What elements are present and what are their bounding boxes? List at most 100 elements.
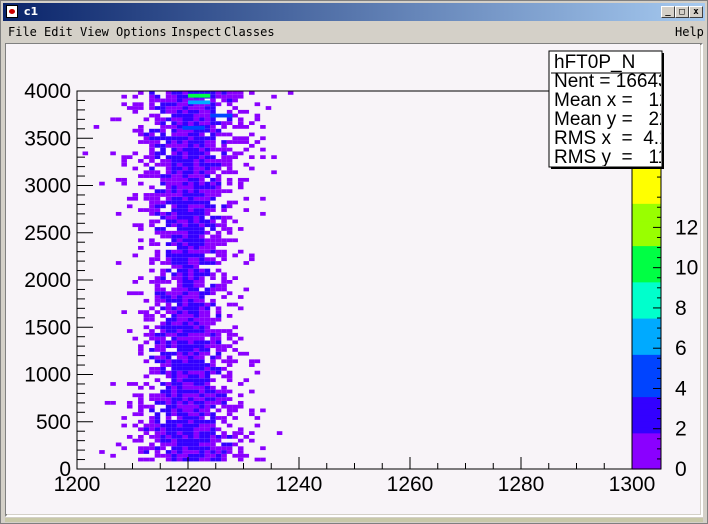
heatmap-cell <box>171 378 177 383</box>
heatmap-cell <box>176 453 183 458</box>
heatmap-cell <box>138 457 144 462</box>
heatmap-cell <box>115 177 122 182</box>
heatmap-cell <box>215 389 222 394</box>
menu-help[interactable]: Help <box>675 25 704 39</box>
heatmap-cell <box>171 121 177 126</box>
heatmap-cell <box>176 117 183 122</box>
heatmap-cell <box>226 140 233 144</box>
heatmap-cell <box>210 189 216 194</box>
heatmap-cell <box>204 200 211 205</box>
heatmap-cell <box>154 98 161 103</box>
heatmap-cell <box>154 400 161 405</box>
heatmap-cell <box>188 166 194 171</box>
heatmap-cell <box>204 106 211 110</box>
heatmap-cell <box>204 242 211 246</box>
heatmap-cell <box>160 162 166 167</box>
palette-swatch <box>632 420 661 428</box>
menu-file[interactable]: File <box>8 25 37 39</box>
menu-view[interactable]: View <box>80 25 109 39</box>
heatmap-cell <box>199 317 205 322</box>
histogram-canvas[interactable]: 1200 1220 1240 1260 1280 1300 050010001500200… <box>6 44 700 514</box>
heatmap-cell <box>215 159 222 163</box>
close-button[interactable]: x <box>689 6 703 18</box>
heatmap-cell <box>199 397 205 401</box>
heatmap-cell <box>171 177 177 182</box>
heatmap-cell <box>182 310 188 315</box>
heatmap-cell <box>171 453 177 458</box>
heatmap-cell <box>232 340 238 345</box>
root-app-icon[interactable] <box>6 5 18 18</box>
heatmap-cell <box>199 189 205 194</box>
stats-nent: Nent = 166439 <box>554 71 679 92</box>
heatmap-cell <box>176 291 183 296</box>
palette-swatch <box>632 348 661 355</box>
heatmap-cell <box>226 359 233 364</box>
heatmap-cell <box>176 219 183 224</box>
heatmap-cell <box>226 408 233 413</box>
minimize-button[interactable]: _ <box>661 6 675 18</box>
heatmap-cell <box>149 404 155 409</box>
heatmap-cell <box>221 431 227 435</box>
heatmap-cell <box>182 117 188 122</box>
heatmap-cell <box>171 132 177 137</box>
heatmap-cell <box>182 385 188 390</box>
heatmap-cell <box>193 416 200 420</box>
heatmap-cell <box>221 242 227 246</box>
heatmap-cell <box>154 423 161 428</box>
heatmap-cell <box>126 434 133 439</box>
heatmap-cell <box>171 234 177 239</box>
heatmap-cell <box>221 238 227 243</box>
heatmap-cell <box>171 306 177 311</box>
heatmap-cell <box>182 106 188 110</box>
heatmap-cell <box>176 276 183 280</box>
maximize-button[interactable]: □ <box>675 6 689 18</box>
heatmap-cell <box>132 196 139 201</box>
heatmap-cell <box>182 227 188 231</box>
heatmap-cell <box>199 427 205 432</box>
heatmap-cell <box>188 204 194 209</box>
heatmap-cell <box>149 385 155 390</box>
heatmap-cell <box>149 98 155 103</box>
heatmap-cell <box>199 423 205 428</box>
menu-bar: File Edit View Options Inspect Classes H… <box>3 22 705 42</box>
heatmap-cell <box>171 189 177 194</box>
heatmap-cell <box>210 166 216 171</box>
heatmap-cell <box>232 170 238 175</box>
menu-inspect[interactable]: Inspect <box>171 25 222 39</box>
heatmap-cell <box>160 306 166 311</box>
heatmap-cell <box>210 109 216 114</box>
title-bar[interactable]: c1 _ □ x <box>3 3 705 21</box>
menu-edit[interactable]: Edit <box>44 25 73 39</box>
heatmap-cell <box>149 159 155 163</box>
heatmap-cell <box>210 370 216 375</box>
heatmap-cell <box>215 306 222 311</box>
stats-box[interactable]: hFT0P_N Nent = 166439 Mean x = 12 Mean y… <box>548 50 680 169</box>
heatmap-cell <box>221 257 227 262</box>
heatmap-cell <box>138 238 144 243</box>
heatmap-cell <box>160 98 166 103</box>
heatmap-cell <box>149 427 155 432</box>
heatmap-cell <box>138 400 144 405</box>
heatmap-cell <box>188 295 194 299</box>
heatmap-cell <box>188 159 194 163</box>
heatmap-cell <box>243 453 250 458</box>
heatmap-cell <box>193 268 200 273</box>
heatmap-cell <box>193 359 200 364</box>
menu-options[interactable]: Options <box>116 25 167 39</box>
heatmap-cell <box>193 306 200 311</box>
heatmap-cell <box>221 450 227 454</box>
heatmap-cell <box>199 174 205 178</box>
heatmap-cell <box>154 366 161 371</box>
heatmap-cell <box>138 132 144 137</box>
menu-classes[interactable]: Classes <box>224 25 275 39</box>
heatmap-cell <box>204 128 211 133</box>
heatmap-cell <box>165 189 172 194</box>
heatmap-cell <box>176 204 183 209</box>
heatmap-cell <box>188 257 194 262</box>
heatmap-cell <box>182 348 188 352</box>
palette-swatch <box>632 257 661 265</box>
heatmap-cell <box>182 189 188 194</box>
heatmap-cell <box>221 276 227 280</box>
heatmap-cell <box>237 295 244 299</box>
heatmap-cell <box>188 404 194 409</box>
